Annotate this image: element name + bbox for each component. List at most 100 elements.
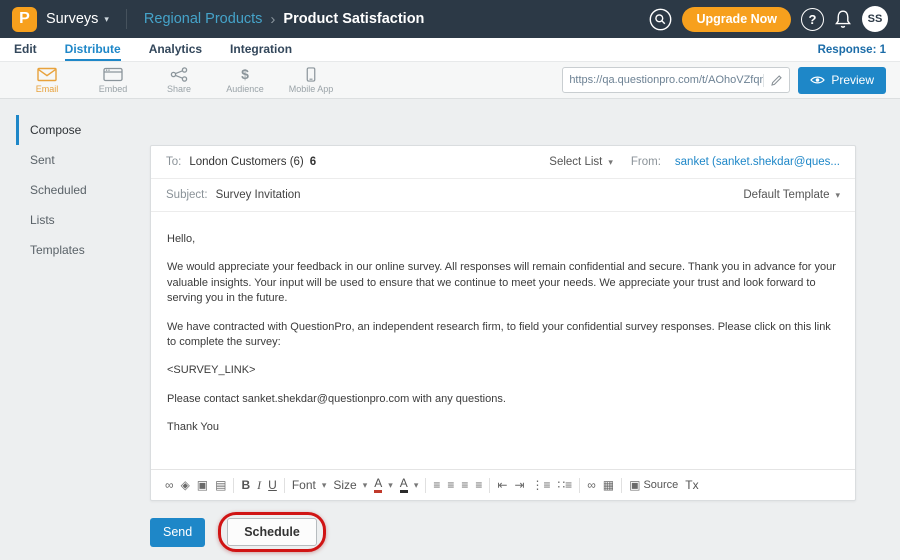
avatar[interactable]: SS bbox=[862, 6, 888, 32]
survey-link-area: Preview bbox=[562, 67, 886, 94]
channel-embed-label: Embed bbox=[99, 84, 128, 94]
chevron-down-icon: ▾ bbox=[608, 157, 613, 168]
channel-email[interactable]: Email bbox=[14, 67, 80, 94]
sidebar-item-compose[interactable]: Compose bbox=[16, 115, 136, 145]
topbar: P Surveys ▾ Regional Products › Product … bbox=[0, 0, 900, 38]
template-dropdown[interactable]: Default Template ▾ bbox=[743, 189, 840, 201]
template-block-icon[interactable]: ▤ bbox=[215, 478, 226, 492]
toolbar-divider bbox=[284, 478, 285, 493]
schedule-button[interactable]: Schedule bbox=[227, 518, 317, 546]
align-right-icon[interactable]: ≡ bbox=[461, 478, 468, 492]
from-value[interactable]: sanket (sanket.shekdar@ques... bbox=[675, 156, 840, 168]
window-icon bbox=[103, 67, 123, 82]
from-field[interactable]: From: sanket (sanket.shekdar@ques... bbox=[631, 156, 840, 168]
indent-icon[interactable]: ⇥ bbox=[514, 478, 524, 492]
share-nodes-icon bbox=[170, 67, 188, 82]
body-paragraph: We have contracted with QuestionPro, an … bbox=[167, 320, 839, 351]
edit-url-button[interactable] bbox=[763, 74, 783, 87]
channel-email-label: Email bbox=[36, 84, 59, 94]
to-label: To: bbox=[166, 156, 181, 168]
chevron-down-icon: ▾ bbox=[835, 190, 840, 201]
subject-value[interactable]: Survey Invitation bbox=[216, 189, 301, 201]
notifications-button[interactable] bbox=[834, 9, 852, 29]
channel-audience[interactable]: $ Audience bbox=[212, 67, 278, 94]
chevron-down-icon: ▾ bbox=[363, 480, 368, 491]
sidebar-item-templates[interactable]: Templates bbox=[16, 235, 136, 265]
distribute-toolbar: Email Embed Share $ Audience Mobile App … bbox=[0, 62, 900, 99]
survey-url-input[interactable] bbox=[569, 74, 763, 86]
tab-integration[interactable]: Integration bbox=[230, 38, 292, 61]
tags-icon[interactable]: ◈ bbox=[181, 478, 190, 492]
compose-actions: Send Schedule bbox=[150, 512, 326, 552]
numbered-list-icon[interactable]: ⋮≡ bbox=[532, 478, 551, 492]
content-area: Compose Sent Scheduled Lists Templates T… bbox=[0, 99, 900, 559]
breadcrumb-current: Product Satisfaction bbox=[283, 11, 424, 27]
italic-button[interactable]: I bbox=[257, 478, 261, 493]
bulleted-list-icon[interactable]: ∷≡ bbox=[558, 478, 573, 492]
channel-mobile-app-label: Mobile App bbox=[289, 84, 334, 94]
email-sidebar: Compose Sent Scheduled Lists Templates bbox=[16, 115, 136, 265]
chevron-down-icon: ▾ bbox=[104, 14, 109, 25]
bold-button[interactable]: B bbox=[241, 478, 250, 492]
breadcrumb: Regional Products › Product Satisfaction bbox=[144, 11, 425, 28]
tab-edit[interactable]: Edit bbox=[14, 38, 37, 61]
toolbar-divider bbox=[233, 478, 234, 493]
align-center-icon[interactable]: ≡ bbox=[447, 478, 454, 492]
response-counter[interactable]: Response: 1 bbox=[818, 44, 886, 56]
topbar-actions: Upgrade Now ? SS bbox=[649, 6, 888, 32]
align-justify-icon[interactable]: ≡ bbox=[475, 478, 482, 492]
sidebar-item-lists[interactable]: Lists bbox=[16, 205, 136, 235]
bell-icon bbox=[834, 9, 852, 29]
tab-analytics[interactable]: Analytics bbox=[149, 38, 202, 61]
envelope-icon bbox=[37, 67, 57, 82]
channel-audience-label: Audience bbox=[226, 84, 264, 94]
text-color-button[interactable]: A▾ bbox=[374, 477, 393, 493]
subject-row: Subject: Survey Invitation Default Templ… bbox=[151, 179, 855, 212]
select-list-label: Select List bbox=[549, 156, 602, 168]
select-list-dropdown[interactable]: Select List ▾ bbox=[549, 156, 613, 168]
breadcrumb-parent[interactable]: Regional Products bbox=[144, 11, 263, 27]
sidebar-item-sent[interactable]: Sent bbox=[16, 145, 136, 175]
send-button[interactable]: Send bbox=[150, 518, 205, 547]
preview-button[interactable]: Preview bbox=[798, 67, 886, 94]
align-left-icon[interactable]: ≡ bbox=[433, 478, 440, 492]
to-value: London Customers (6) bbox=[189, 156, 303, 168]
outdent-icon[interactable]: ⇤ bbox=[497, 478, 507, 492]
channel-mobile-app[interactable]: Mobile App bbox=[278, 67, 344, 94]
help-button[interactable]: ? bbox=[801, 8, 824, 31]
search-icon bbox=[649, 8, 672, 31]
sidebar-item-scheduled[interactable]: Scheduled bbox=[16, 175, 136, 205]
editor-toolbar: ∞ ◈ ▣ ▤ B I U Font▾ Size▾ A▾ A▾ ≡ ≡ ≡ bbox=[151, 469, 855, 500]
pencil-icon bbox=[770, 74, 783, 87]
upgrade-now-button[interactable]: Upgrade Now bbox=[682, 7, 791, 32]
survey-url-box bbox=[562, 67, 790, 93]
insert-image-icon[interactable]: ▦ bbox=[603, 478, 614, 492]
channel-embed[interactable]: Embed bbox=[80, 67, 146, 94]
underline-button[interactable]: U bbox=[268, 478, 277, 492]
remove-format-button[interactable]: Tx bbox=[685, 478, 698, 492]
template-dropdown-label: Default Template bbox=[743, 189, 829, 201]
to-row: To: London Customers (6) 6 Select List ▾… bbox=[151, 146, 855, 179]
size-select[interactable]: Size▾ bbox=[333, 478, 367, 492]
survey-nav: Edit Distribute Analytics Integration Re… bbox=[0, 38, 900, 62]
channel-share[interactable]: Share bbox=[146, 67, 212, 94]
font-select[interactable]: Font▾ bbox=[292, 478, 327, 492]
toolbar-divider bbox=[425, 478, 426, 493]
phone-icon bbox=[306, 67, 316, 82]
dollar-icon: $ bbox=[241, 67, 249, 82]
source-button[interactable]: ▣ Source bbox=[629, 478, 678, 492]
chevron-down-icon: ▾ bbox=[388, 480, 393, 491]
subject-label: Subject: bbox=[166, 189, 208, 201]
surveys-menu[interactable]: Surveys ▾ bbox=[46, 11, 109, 27]
questionpro-logo[interactable]: P bbox=[12, 7, 37, 32]
topbar-divider bbox=[126, 9, 127, 29]
body-paragraph: Please contact sanket.shekdar@questionpr… bbox=[167, 392, 839, 407]
merge-field-icon[interactable]: ▣ bbox=[197, 478, 208, 492]
email-body-editor[interactable]: Hello, We would appreciate your feedback… bbox=[151, 212, 855, 469]
bg-color-button[interactable]: A▾ bbox=[400, 477, 419, 493]
insert-link-icon[interactable]: ∞ bbox=[587, 478, 596, 492]
search-button[interactable] bbox=[649, 8, 672, 31]
link-icon[interactable]: ∞ bbox=[165, 478, 174, 492]
toolbar-divider bbox=[579, 478, 580, 493]
tab-distribute[interactable]: Distribute bbox=[65, 38, 121, 61]
